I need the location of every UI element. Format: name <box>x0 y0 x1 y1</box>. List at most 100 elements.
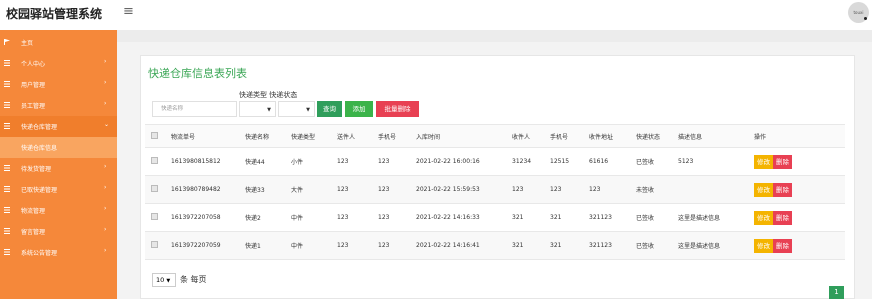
page-size-select[interactable]: 10 ▼ <box>152 273 176 287</box>
sidebar-item-logistics[interactable]: 物流管理 › <box>0 200 117 221</box>
cell-name: 快递1 <box>245 231 291 260</box>
grid-icon <box>4 123 10 129</box>
cell-sender-phone: 123 <box>378 231 416 260</box>
chevron-icon: › <box>104 100 107 107</box>
sidebar-item-notices[interactable]: 系统公告管理 › <box>0 242 117 263</box>
status-select[interactable]: ▼ <box>278 101 315 117</box>
page-size-label: 条 每页 <box>180 275 207 284</box>
row-checkbox[interactable] <box>151 185 158 192</box>
grid-icon <box>4 60 10 66</box>
sidebar-item-messages[interactable]: 留言管理 › <box>0 221 117 242</box>
sidebar-item-label: 留言管理 <box>21 229 46 236</box>
filter-labels: 快递类型 快递状态 <box>239 90 297 100</box>
edit-button[interactable]: 修改 <box>754 154 773 169</box>
cell-sender-phone: 123 <box>378 175 416 204</box>
chevron-icon: › <box>104 184 107 191</box>
delete-button[interactable]: 删除 <box>773 238 792 253</box>
hamburger-icon[interactable]: ≡ <box>123 4 134 19</box>
col-header: 收件地址 <box>589 124 636 148</box>
caret-down-icon: ▼ <box>267 107 271 113</box>
cell-type: 中件 <box>291 203 337 232</box>
add-button[interactable]: 添加 <box>345 101 373 117</box>
cell-address: 321123 <box>589 203 636 232</box>
status-dot <box>864 17 867 20</box>
cell-stock-time: 2021-02-22 15:59:53 <box>416 175 512 204</box>
table-row: 1613980815812 快递44 小件 123 123 2021-02-22… <box>145 147 845 176</box>
cell-description: 这里是描述信息 <box>678 203 754 232</box>
sidebar-item-label: 已取快递管理 <box>21 187 58 194</box>
caret-down-icon: ▼ <box>306 107 310 113</box>
sidebar-item-picked[interactable]: 已取快递管理 › <box>0 179 117 200</box>
cell-sender-phone: 123 <box>378 147 416 176</box>
sidebar-subitem-warehouse-info[interactable]: 快递仓库信息 <box>0 137 117 158</box>
sidebar: 主页 个人中心 › 用户管理 › 员工管理 › 快递仓库管理 ⌄ 快递仓库信息 … <box>0 30 117 299</box>
cell-tracking-no: 1613980789482 <box>165 175 245 204</box>
col-header: 入库时间 <box>416 124 512 148</box>
chevron-icon: › <box>104 79 107 86</box>
row-checkbox[interactable] <box>151 213 158 220</box>
cell-description <box>678 175 754 204</box>
delete-button[interactable]: 删除 <box>773 210 792 225</box>
cell-tracking-no: 1613972207059 <box>165 231 245 260</box>
grid-icon <box>4 249 10 255</box>
cell-recipient: 31234 <box>512 147 550 176</box>
type-select[interactable]: ▼ <box>239 101 276 117</box>
cell-description: 这里是描述信息 <box>678 231 754 260</box>
sidebar-item-home[interactable]: 主页 <box>0 32 117 53</box>
sidebar-item-label: 系统公告管理 <box>21 250 58 257</box>
edit-button[interactable]: 修改 <box>754 238 773 253</box>
col-header: 送件人 <box>337 124 378 148</box>
grid-icon <box>4 165 10 171</box>
page-button-current[interactable]: 1 <box>829 286 844 299</box>
app-title: 校园驿站管理系统 <box>6 7 103 21</box>
cell-sender: 123 <box>337 175 378 204</box>
caret-down-icon: ▼ <box>166 278 171 284</box>
col-header: 收件人 <box>512 124 550 148</box>
cell-stock-time: 2021-02-22 16:00:16 <box>416 147 512 176</box>
sidebar-item-warehouse[interactable]: 快递仓库管理 ⌄ <box>0 116 117 137</box>
cell-status: 已签收 <box>636 203 678 232</box>
delete-button[interactable]: 删除 <box>773 154 792 169</box>
select-all-checkbox[interactable] <box>151 131 158 139</box>
top-bar: 校园驿站管理系统 ≡ touxi <box>0 0 872 28</box>
grid-icon <box>4 81 10 87</box>
cell-recipient-phone: 12515 <box>550 147 589 176</box>
col-header: 快递名称 <box>245 124 291 148</box>
cell-recipient: 321 <box>512 231 550 260</box>
cell-recipient-phone: 321 <box>550 231 589 260</box>
status-filter-label: 快递状态 <box>269 91 298 99</box>
cell-recipient: 321 <box>512 203 550 232</box>
sidebar-item-pending[interactable]: 待发货管理 › <box>0 158 117 179</box>
cell-sender: 123 <box>337 147 378 176</box>
delete-button[interactable]: 删除 <box>773 182 792 197</box>
batch-delete-button[interactable]: 批量删除 <box>376 101 419 117</box>
table-header-row: 物流单号 快递名称 快递类型 送件人 手机号 入库时间 收件人 手机号 收件地址… <box>145 124 845 148</box>
edit-button[interactable]: 修改 <box>754 210 773 225</box>
sidebar-item-profile[interactable]: 个人中心 › <box>0 53 117 74</box>
query-button[interactable]: 查询 <box>317 101 342 117</box>
cell-tracking-no: 1613980815812 <box>165 147 245 176</box>
cell-tracking-no: 1613972207058 <box>165 203 245 232</box>
search-input[interactable]: 快递名称 <box>152 101 237 117</box>
cell-type: 大件 <box>291 175 337 204</box>
col-header: 操作 <box>754 124 845 148</box>
cell-type: 小件 <box>291 147 337 176</box>
col-header: 快递类型 <box>291 124 337 148</box>
cell-name: 快递2 <box>245 203 291 232</box>
cell-address: 123 <box>589 175 636 204</box>
sidebar-item-label: 主页 <box>21 40 34 47</box>
col-header: 手机号 <box>378 124 416 148</box>
content-top-strip <box>117 30 872 42</box>
chevron-icon: › <box>104 247 107 254</box>
edit-button[interactable]: 修改 <box>754 182 773 197</box>
sidebar-item-users[interactable]: 用户管理 › <box>0 74 117 95</box>
type-filter-label: 快递类型 <box>239 91 267 99</box>
row-checkbox[interactable] <box>151 157 158 164</box>
grid-icon <box>4 102 10 108</box>
row-checkbox[interactable] <box>151 241 158 248</box>
table-row: 1613972207058 快递2 中件 123 123 2021-02-22 … <box>145 203 845 232</box>
sidebar-item-staff[interactable]: 员工管理 › <box>0 95 117 116</box>
grid-icon <box>4 207 10 213</box>
cell-recipient-phone: 321 <box>550 203 589 232</box>
cell-status: 未签收 <box>636 175 678 204</box>
